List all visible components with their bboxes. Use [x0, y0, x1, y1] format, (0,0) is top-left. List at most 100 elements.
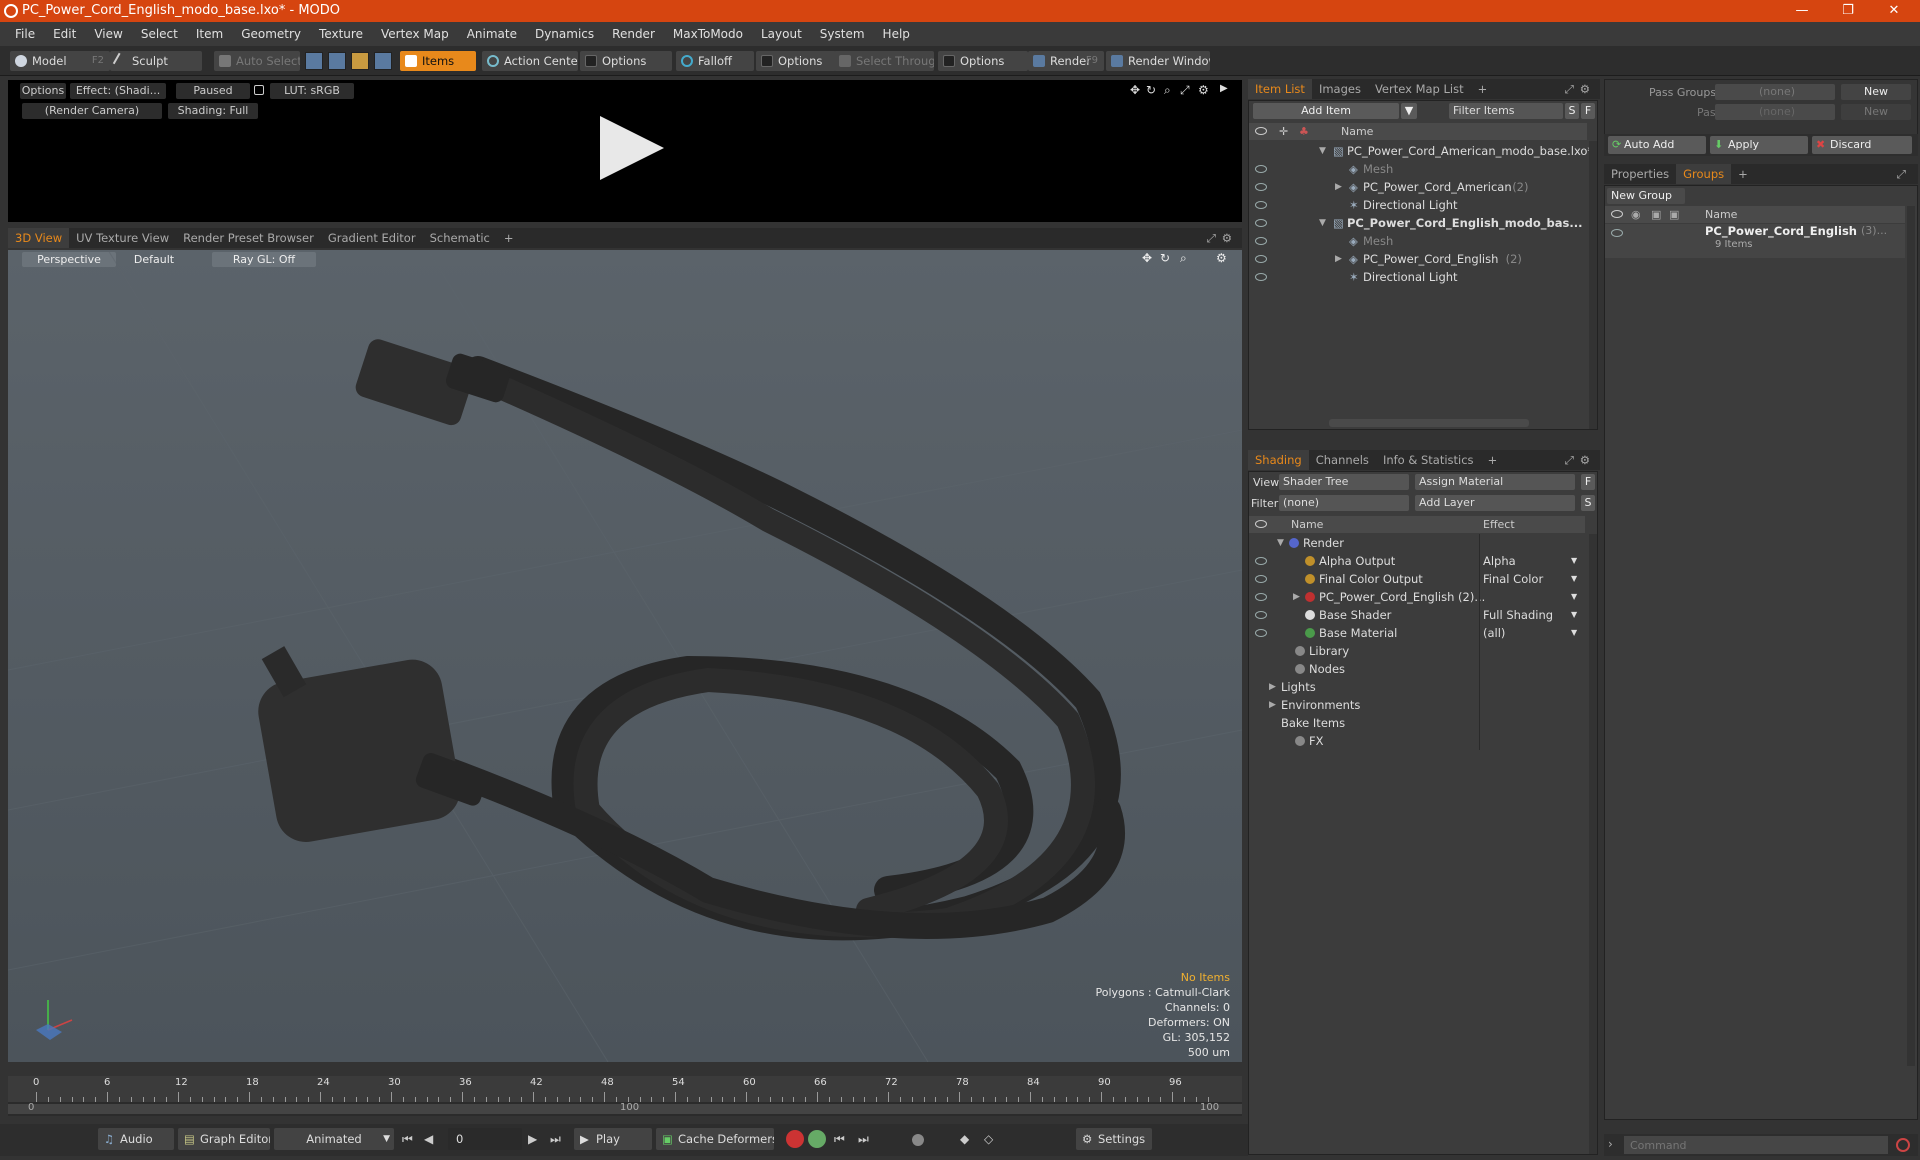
prev-key-icon[interactable]: ⏮ [834, 1132, 845, 1147]
command-input[interactable] [1624, 1136, 1888, 1154]
action-center-button[interactable]: Action Center [482, 51, 578, 71]
eye-icon[interactable] [1611, 210, 1623, 218]
gear-icon[interactable]: ⚙ [1198, 83, 1209, 97]
shading-f-button[interactable]: F [1581, 474, 1595, 490]
tab-shading[interactable]: Shading [1248, 450, 1309, 470]
chevron-down-icon[interactable]: ▼ [1319, 142, 1326, 160]
color-icon[interactable]: ♣ [1299, 123, 1309, 140]
settings-button[interactable]: ⚙ Settings [1076, 1128, 1152, 1150]
item-row[interactable]: ◈ Mesh [1249, 160, 1587, 178]
lock-icon[interactable]: ✛ [1279, 123, 1288, 140]
new-pass-button[interactable]: New [1841, 104, 1911, 120]
gear-icon[interactable]: ⚙ [1580, 453, 1590, 467]
select-through-button[interactable]: Select Through [834, 51, 934, 71]
render-icon[interactable]: ◉ [1631, 206, 1641, 223]
shader-row[interactable]: Bake Items [1249, 714, 1585, 732]
last-frame-icon[interactable]: ⏭ [550, 1132, 561, 1147]
eye-icon[interactable] [1255, 237, 1267, 245]
play-icon[interactable] [600, 116, 664, 180]
eye-icon[interactable] [1255, 201, 1267, 209]
menu-vertex-map[interactable]: Vertex Map [372, 27, 458, 41]
menu-animate[interactable]: Animate [458, 27, 526, 41]
menu-maxtomodo[interactable]: MaxToModo [664, 27, 752, 41]
materials-mode-icon[interactable] [374, 52, 392, 70]
cache-deformers-button[interactable]: ▣ Cache Deformers [656, 1128, 774, 1150]
power-cord-model[interactable] [8, 250, 1242, 1062]
prev-frame-icon[interactable]: ◀ [424, 1132, 433, 1146]
chevron-down-icon[interactable]: ▼ [1571, 552, 1577, 570]
eye-icon[interactable] [1255, 219, 1267, 227]
key-filter-icon[interactable] [808, 1130, 826, 1148]
lock-icon[interactable] [254, 85, 264, 95]
shader-tree-scrollbar[interactable] [1589, 534, 1597, 1154]
chevron-right-icon[interactable]: ▶ [1335, 178, 1342, 196]
item-row[interactable]: ✶ Directional Light [1249, 196, 1587, 214]
shader-row[interactable]: FX [1249, 732, 1585, 750]
add-tab-button[interactable]: + [497, 228, 521, 248]
chevron-right-icon[interactable]: ▶ [1269, 678, 1276, 696]
eye-icon[interactable] [1611, 229, 1623, 237]
audio-button[interactable]: ♫ Audio [98, 1128, 174, 1150]
key-icon[interactable]: ◆ [960, 1132, 969, 1146]
item-list-hscrollbar[interactable] [1329, 419, 1529, 427]
shader-row[interactable]: ▶ Environments [1249, 696, 1585, 714]
next-key-icon[interactable]: ⏭ [858, 1132, 869, 1147]
first-frame-icon[interactable]: ⏮ [402, 1132, 413, 1147]
key-options-icon[interactable]: ◇ [984, 1132, 993, 1146]
next-frame-icon[interactable]: ▶ [528, 1132, 537, 1146]
rotate-icon[interactable]: ↻ [1146, 83, 1156, 97]
shader-row[interactable]: ▶ Lights [1249, 678, 1585, 696]
chevron-down-icon[interactable]: ▼ [1319, 214, 1326, 232]
new-pass-group-button[interactable]: New [1841, 84, 1911, 100]
filter-dropdown[interactable]: (none) [1279, 495, 1409, 511]
shader-row[interactable]: Base Shader Full Shading ▼ [1249, 606, 1585, 624]
add-item-dropdown[interactable]: ▼ [1401, 103, 1417, 119]
tab-gradient-editor[interactable]: Gradient Editor [321, 228, 423, 248]
eye-icon[interactable] [1255, 127, 1267, 135]
maximize-icon[interactable]: ⤢ [1180, 83, 1190, 98]
add-tab-button[interactable]: + [1481, 450, 1505, 470]
timeline[interactable]: 0 6 12 18 24 30 36 42 48 54 60 66 72 78 84 90 96 0 100 1… [8, 1076, 1242, 1116]
assign-material-button[interactable]: Assign Material [1415, 474, 1575, 490]
minimize-button[interactable]: — [1782, 0, 1822, 22]
chevron-down-icon[interactable]: ▼ [1571, 588, 1577, 606]
edges-mode-icon[interactable] [328, 52, 346, 70]
shading-s-button[interactable]: S [1581, 495, 1595, 511]
tab-schematic[interactable]: Schematic [423, 228, 497, 248]
search-options-button[interactable]: S [1565, 103, 1579, 119]
effect-value[interactable]: Full Shading [1483, 606, 1553, 624]
graph-editor-button[interactable]: ▤ Graph Editor [178, 1128, 270, 1150]
new-group-button[interactable]: New Group [1607, 188, 1685, 204]
chevron-down-icon[interactable]: ▼ [1277, 534, 1284, 552]
eye-icon[interactable] [1255, 183, 1267, 191]
items-mode-button[interactable]: Items [400, 51, 476, 71]
auto-key-icon[interactable] [786, 1130, 804, 1148]
range-bar[interactable]: 0 100 100 [8, 1102, 1242, 1114]
discard-button[interactable]: ✖ Discard [1812, 136, 1912, 154]
auto-select-button[interactable]: Auto Select [214, 51, 300, 71]
action-center-options-button[interactable]: Options [580, 51, 672, 71]
add-item-button[interactable]: Add Item [1253, 103, 1399, 119]
item-row[interactable]: ▼ ▧ PC_Power_Cord_American_modo_base.lxo* [1249, 142, 1593, 160]
tab-images[interactable]: Images [1312, 79, 1368, 99]
falloff-button[interactable]: Falloff [676, 51, 754, 71]
eye-icon[interactable] [1255, 255, 1267, 263]
shader-row[interactable]: Nodes [1249, 660, 1585, 678]
restore-button[interactable]: ❐ [1828, 0, 1868, 22]
add-layer-dropdown[interactable]: Add Layer [1415, 495, 1575, 511]
filter-items-input[interactable]: Filter Items [1449, 103, 1563, 119]
render-window-button[interactable]: Render Window [1106, 51, 1210, 71]
3d-viewport[interactable]: Perspective Default Ray GL: Off ✥ ↻ ⌕ ⚙ … [8, 250, 1242, 1062]
group-row[interactable]: PC_Power_Cord_English (3)... 9 Items [1605, 224, 1905, 258]
gear-icon[interactable]: ⚙ [1580, 82, 1590, 96]
lut-dropdown[interactable]: LUT: sRGB [270, 83, 354, 99]
play-button[interactable]: ▶ Play [574, 1128, 652, 1150]
eye-icon[interactable] [1255, 629, 1267, 637]
sculpt-mode-button[interactable]: Sculpt [110, 51, 202, 71]
tab-item-list[interactable]: Item List [1248, 79, 1312, 99]
menu-help[interactable]: Help [874, 27, 919, 41]
effect-value[interactable]: Alpha [1483, 552, 1516, 570]
frame-input[interactable]: 0 [448, 1128, 522, 1150]
vertices-mode-icon[interactable] [305, 52, 323, 70]
item-list-scrollbar[interactable] [1589, 141, 1597, 429]
